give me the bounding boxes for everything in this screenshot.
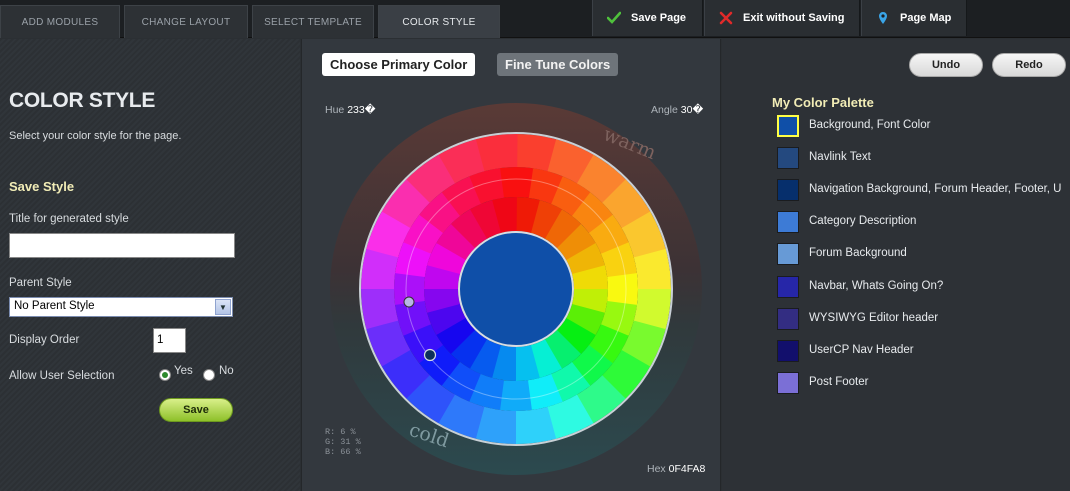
palette-item[interactable]: Post Footer (777, 372, 1070, 394)
palette-item-label: Background, Font Color (809, 119, 931, 131)
title-field-label: Title for generated style (9, 213, 129, 225)
exit-without-saving-label: Exit without Saving (743, 12, 845, 24)
undo-button[interactable]: Undo (909, 53, 983, 77)
palette-swatch[interactable] (777, 372, 799, 394)
rgb-readout: R: 6 % G: 31 % B: 66 % (325, 427, 361, 457)
tab-color-style[interactable]: COLOR STYLE (378, 5, 500, 38)
palette-item[interactable]: Navigation Background, Forum Header, Foo… (777, 179, 1070, 201)
color-wheel[interactable]: warm cold (302, 39, 722, 491)
rgb-g: G: 31 % (325, 437, 361, 447)
save-style-heading: Save Style (9, 179, 75, 194)
color-wheel-panel: Choose Primary Color Fine Tune Colors Hu… (301, 39, 721, 491)
redo-button[interactable]: Redo (992, 53, 1066, 77)
palette-item[interactable]: Navbar, Whats Going On? (777, 276, 1070, 298)
map-pin-icon (876, 11, 890, 25)
palette-swatch[interactable] (777, 211, 799, 233)
primary-color-marker[interactable] (423, 348, 437, 362)
palette-swatch[interactable] (777, 179, 799, 201)
palette-swatch[interactable] (777, 308, 799, 330)
palette-item-label: Navbar, Whats Going On? (809, 280, 944, 292)
save-page-button[interactable]: Save Page (592, 0, 703, 36)
rgb-r: R: 6 % (325, 427, 356, 437)
hex-readout: Hex 0F4FA8 (647, 463, 705, 475)
palette-item-label: UserCP Nav Header (809, 344, 914, 356)
palette-swatch[interactable] (777, 147, 799, 169)
palette-swatch[interactable] (777, 115, 799, 137)
palette-title: My Color Palette (772, 95, 874, 110)
primary-color-preview (458, 231, 574, 347)
palette-item-label: Navlink Text (809, 151, 871, 163)
tab-select-template[interactable]: SELECT TEMPLATE (252, 5, 374, 38)
palette-item-label: Category Description (809, 215, 917, 227)
save-page-label: Save Page (631, 12, 687, 24)
page-map-label: Page Map (900, 12, 952, 24)
secondary-color-marker[interactable] (403, 296, 415, 308)
color-style-sidebar: COLOR STYLE Select your color style for … (0, 39, 300, 491)
allow-no-label: No (219, 365, 234, 377)
palette-item[interactable]: WYSIWYG Editor header (777, 308, 1070, 330)
display-order-input[interactable]: 1 (153, 328, 186, 353)
page-subtitle: Select your color style for the page. (9, 130, 182, 142)
top-toolbar: ADD MODULES CHANGE LAYOUT SELECT TEMPLAT… (0, 0, 1070, 38)
rgb-b: B: 66 % (325, 447, 361, 457)
palette-item-label: Navigation Background, Forum Header, Foo… (809, 183, 1062, 195)
palette-item[interactable]: Background, Font Color (777, 115, 1070, 137)
hue-segment[interactable] (607, 273, 639, 307)
page-map-button[interactable]: Page Map (861, 0, 967, 36)
hex-value: 0F4FA8 (668, 463, 706, 475)
allow-user-selection-label: Allow User Selection (9, 370, 115, 382)
palette-item[interactable]: Forum Background (777, 243, 1070, 265)
palette-swatch[interactable] (777, 340, 799, 362)
parent-style-label: Parent Style (9, 277, 72, 289)
palette-item[interactable]: Category Description (777, 211, 1070, 233)
tab-change-layout[interactable]: CHANGE LAYOUT (124, 5, 248, 38)
exit-without-saving-button[interactable]: Exit without Saving (704, 0, 860, 36)
hue-segment[interactable] (498, 380, 532, 412)
palette-item-label: Post Footer (809, 376, 869, 388)
save-style-button[interactable]: Save (159, 398, 233, 422)
parent-style-select[interactable]: No Parent Style ▼ (9, 297, 233, 317)
tab-add-modules[interactable]: ADD MODULES (0, 5, 120, 38)
page-title: COLOR STYLE (9, 89, 156, 112)
chevron-down-icon[interactable]: ▼ (215, 299, 231, 315)
palette-swatch[interactable] (777, 276, 799, 298)
palette-item[interactable]: UserCP Nav Header (777, 340, 1070, 362)
style-title-input[interactable] (9, 233, 235, 258)
palette-item-label: Forum Background (809, 247, 907, 259)
parent-style-value: No Parent Style (14, 300, 95, 312)
allow-yes-radio[interactable] (159, 369, 171, 381)
palette-item[interactable]: Navlink Text (777, 147, 1070, 169)
allow-no-radio[interactable] (203, 369, 215, 381)
x-icon (719, 11, 733, 25)
palette-item-label: WYSIWYG Editor header (809, 312, 939, 324)
allow-yes-label: Yes (174, 365, 193, 377)
check-icon (606, 11, 622, 25)
palette-panel: Undo Redo My Color Palette Background, F… (722, 39, 1070, 491)
display-order-label: Display Order (9, 334, 80, 346)
hex-label: Hex (647, 463, 666, 475)
hue-segment[interactable] (500, 166, 534, 198)
palette-swatch[interactable] (777, 243, 799, 265)
